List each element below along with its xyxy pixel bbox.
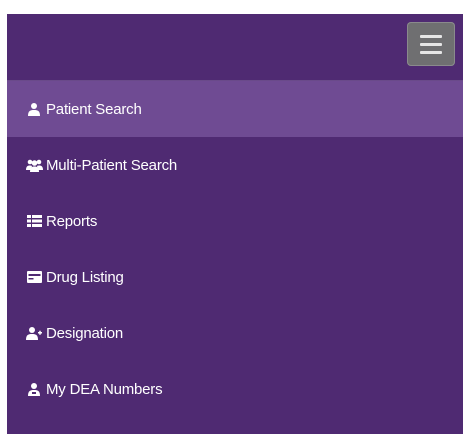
user-badge-icon	[25, 381, 43, 397]
nav-item-drug-listing[interactable]: Drug Listing	[7, 249, 463, 305]
hamburger-bar	[420, 42, 442, 46]
nav-item-label: Reports	[46, 212, 98, 230]
user-icon	[25, 101, 43, 117]
nav-menu: Patient Search Multi-Patient Search Repo…	[7, 81, 463, 417]
menu-toggle-button[interactable]	[407, 22, 455, 66]
hamburger-bar	[420, 50, 442, 54]
nav-item-label: Multi-Patient Search	[46, 156, 178, 174]
nav-item-my-dea-numbers[interactable]: My DEA Numbers	[7, 361, 463, 417]
card-icon	[25, 269, 43, 285]
nav-item-designation[interactable]: Designation	[7, 305, 463, 361]
users-icon	[25, 157, 43, 173]
nav-item-label: My DEA Numbers	[46, 380, 163, 398]
navbar-header	[7, 14, 463, 81]
list-icon	[25, 213, 43, 229]
nav-item-multi-patient-search[interactable]: Multi-Patient Search	[7, 137, 463, 193]
nav-item-reports[interactable]: Reports	[7, 193, 463, 249]
nav-item-label: Patient Search	[46, 100, 142, 118]
navigation-panel: Patient Search Multi-Patient Search Repo…	[7, 14, 463, 434]
nav-item-label: Designation	[46, 324, 124, 342]
user-plus-icon	[25, 325, 43, 341]
hamburger-menu-icon	[420, 34, 442, 38]
nav-item-patient-search[interactable]: Patient Search	[7, 81, 463, 137]
nav-item-label: Drug Listing	[46, 268, 124, 286]
